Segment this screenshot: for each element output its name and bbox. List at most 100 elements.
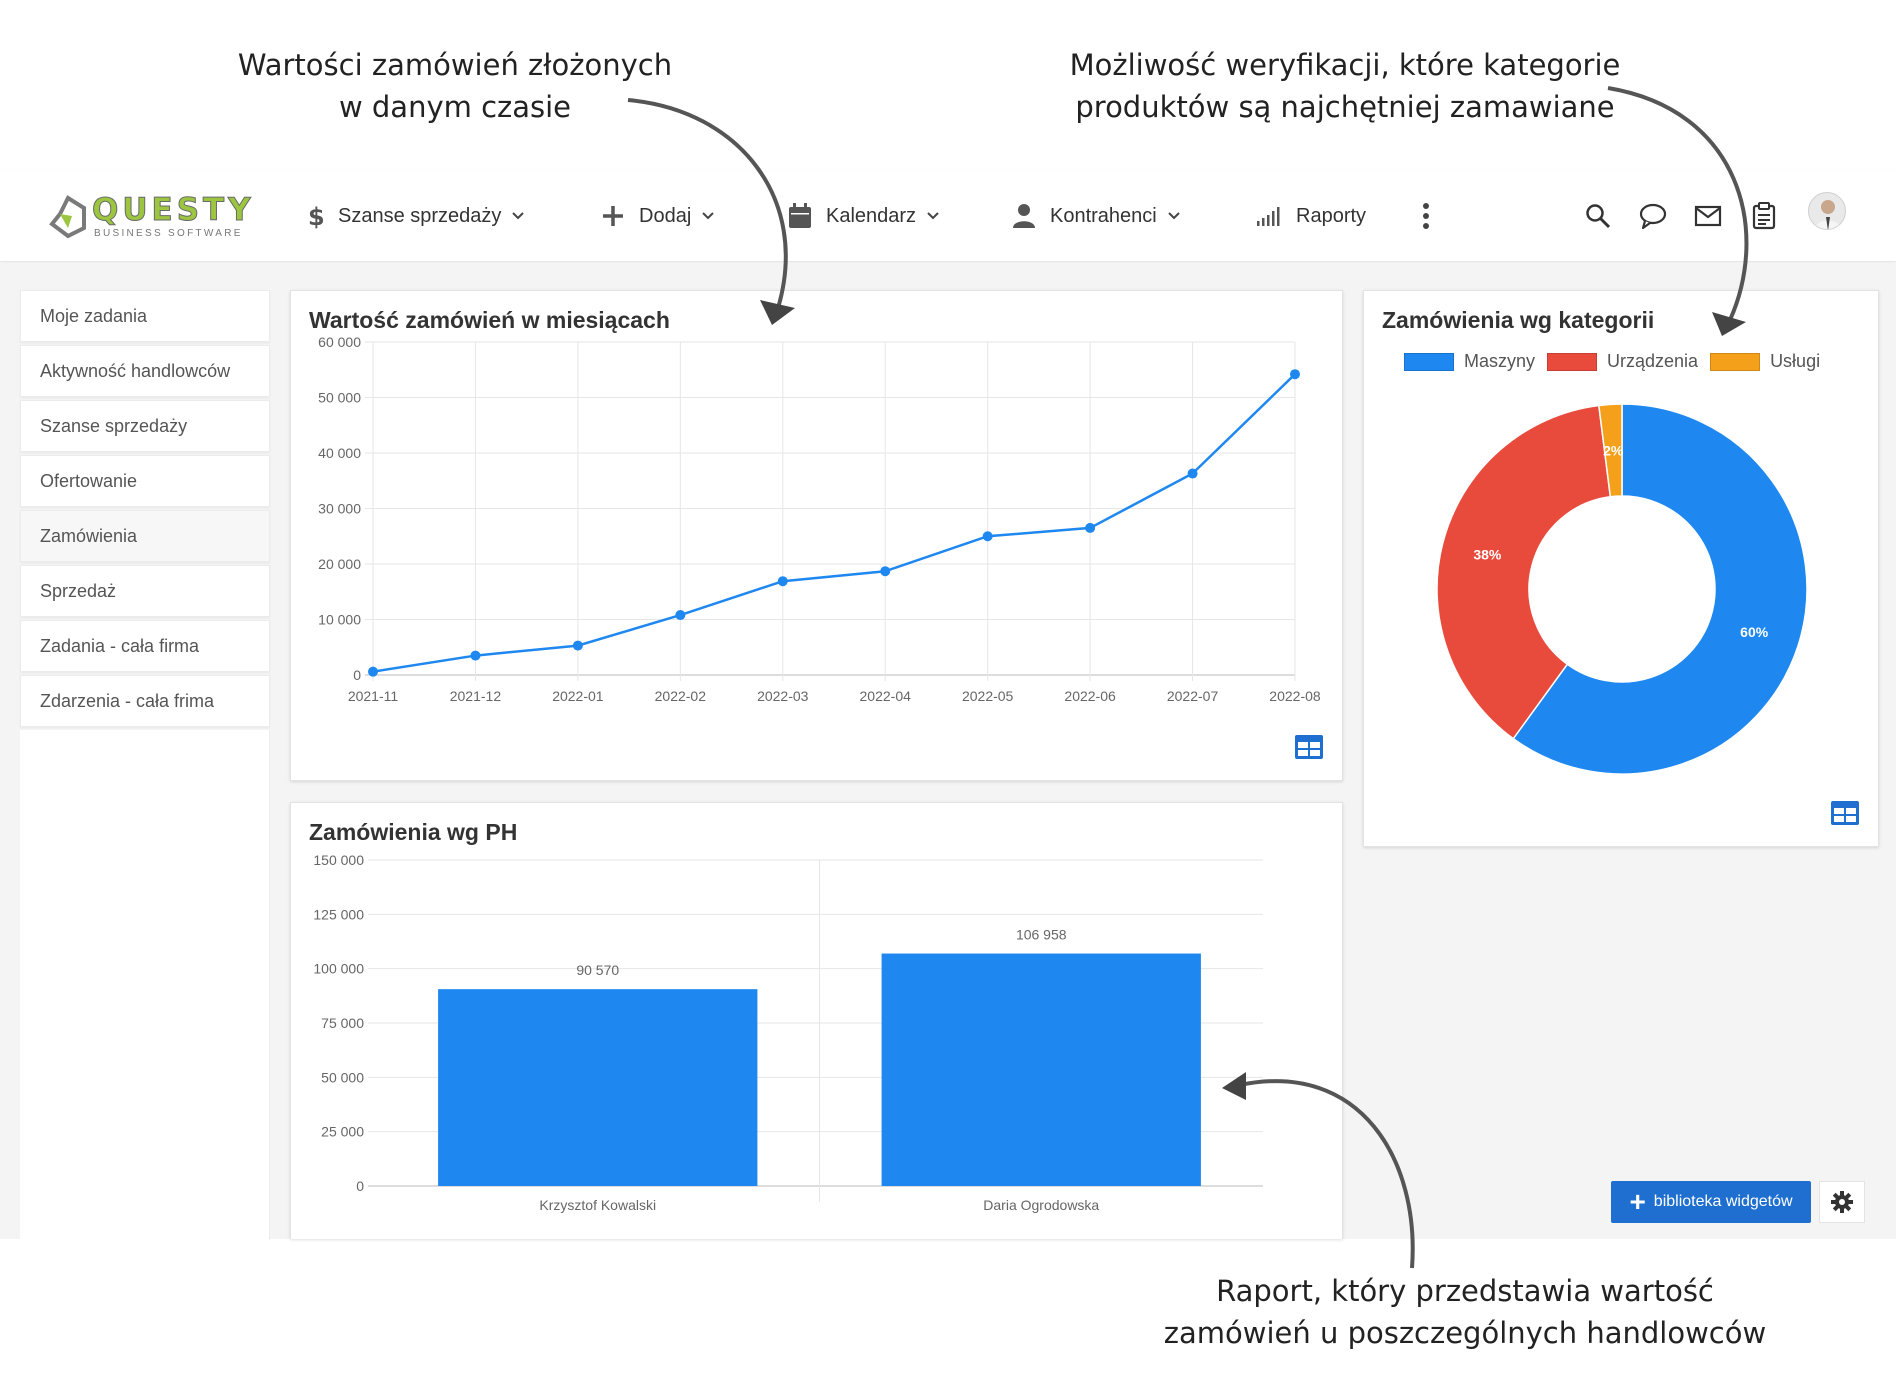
bar	[438, 989, 758, 1186]
line-chart-card: Wartość zamówień w miesiącach 0 10 000 20 …	[290, 290, 1343, 781]
annotation-line: Możliwość weryfikacji, które kategorie	[1069, 48, 1621, 82]
x-tick-label: 2021-11	[348, 688, 399, 704]
table-view-icon[interactable]	[1831, 801, 1859, 825]
chart-legend: Maszyny Urządzenia Usługi	[1404, 351, 1832, 372]
line-chart: 0 10 000 20 000 30 000 40 000 50 000 60 000 202…	[318, 334, 1321, 704]
sidebar-item-ofertowanie[interactable]: Ofertowanie	[20, 455, 270, 507]
logo-wordmark: QUESTY	[92, 192, 255, 229]
top-navbar: QUESTY BUSINESS SOFTWARE $ Szanse sprzed…	[0, 170, 1896, 262]
user-photo-icon	[1814, 200, 1842, 229]
legend-label: Usługi	[1770, 351, 1821, 371]
annotation-line: w danym czasie	[338, 90, 572, 124]
y-tick-label: 20 000	[318, 556, 361, 572]
sidebar-item-sprzedaz[interactable]: Sprzedaż	[20, 565, 270, 617]
donut-chart-card: Zamówienia wg kategorii Maszyny Urządzen…	[1363, 290, 1879, 847]
y-tick-label: 0	[356, 1178, 364, 1194]
settings-gear-button[interactable]	[1819, 1181, 1865, 1223]
sidebar-item-szanse-sprzedazy[interactable]: Szanse sprzedaży	[20, 400, 270, 452]
card-title: Zamówienia wg kategorii	[1382, 307, 1655, 333]
search-icon[interactable]	[1582, 200, 1614, 232]
svg-text:$: $	[308, 203, 324, 230]
donut-chart: 60% 38% 2%	[1436, 403, 1808, 775]
sidebar-item-aktywnosc-handlowcow[interactable]: Aktywność handlowców	[20, 345, 270, 397]
chevron-down-icon	[926, 211, 940, 221]
slice-data-label: 60%	[1740, 624, 1769, 640]
legend-swatch	[1547, 352, 1598, 371]
bar-chart: 0 25 000 50 000 75 000 100 000 125 000 150 000…	[313, 852, 1263, 1213]
sidebar: Moje zadania Aktywność handlowców Szanse…	[20, 290, 270, 730]
sidebar-item-zadania-cala-firma[interactable]: Zadania - cała firma	[20, 620, 270, 672]
y-tick-label: 25 000	[321, 1124, 364, 1140]
series-line	[372, 373, 1296, 673]
gear-icon	[1831, 1191, 1853, 1213]
x-tick-label: 2022-02	[655, 688, 707, 704]
data-point	[368, 666, 378, 677]
annotation-top-left: Wartości zamówień złożonych w danym czas…	[200, 44, 710, 128]
chevron-down-icon	[511, 211, 525, 221]
avatar[interactable]	[1808, 192, 1846, 230]
y-tick-label: 10 000	[318, 612, 361, 628]
nav-label: Dodaj	[639, 204, 692, 227]
nav-label: Raporty	[1296, 204, 1367, 227]
bar-data-label: 106 958	[1016, 927, 1067, 943]
y-tick-label: 100 000	[313, 961, 364, 977]
legend-label: Urządzenia	[1607, 351, 1699, 371]
chat-icon[interactable]	[1637, 200, 1669, 232]
plus-icon: +	[1629, 1186, 1646, 1217]
annotation-bottom-right: Raport, który przedstawia wartość zamówi…	[1160, 1270, 1770, 1354]
x-tick-label: 2022-03	[757, 688, 809, 704]
y-tick-label: 125 000	[313, 906, 364, 922]
annotation-line: produktów są najchętniej zamawiane	[1075, 90, 1615, 124]
person-icon	[1012, 203, 1036, 229]
nav-kalendarz[interactable]: Kalendarz	[788, 198, 940, 234]
sidebar-item-moje-zadania[interactable]: Moje zadania	[20, 290, 270, 342]
annotation-line: zamówień u poszczególnych handlowców	[1163, 1316, 1767, 1350]
clipboard-icon[interactable]	[1748, 200, 1780, 232]
annotation-top-right: Możliwość weryfikacji, które kategorie p…	[1060, 44, 1630, 128]
plus-icon	[601, 204, 625, 228]
questy-logo[interactable]: QUESTY BUSINESS SOFTWARE	[48, 192, 274, 242]
legend-item-maszyny[interactable]: Maszyny	[1404, 351, 1535, 372]
y-tick-label: 75 000	[321, 1015, 364, 1031]
nav-raporty[interactable]: Raporty	[1256, 198, 1366, 234]
data-point	[1085, 522, 1096, 533]
sidebar-fill	[20, 730, 270, 1240]
logo-mark-icon	[49, 195, 86, 239]
bar-chart-card: Zamówienia wg PH 0 25 000 50 000 75 000 100 …	[290, 802, 1343, 1239]
logo-tagline: BUSINESS SOFTWARE	[94, 228, 243, 239]
x-tick-label: 2022-05	[962, 688, 1014, 704]
sidebar-item-zamowienia[interactable]: Zamówienia	[20, 510, 270, 562]
nav-kontrahenci[interactable]: Kontrahenci	[1012, 198, 1181, 234]
signal-bars-icon	[1256, 205, 1282, 227]
bar	[881, 953, 1201, 1186]
y-tick-label: 30 000	[318, 501, 361, 517]
annotation-line: Wartości zamówień złożonych	[237, 48, 673, 82]
data-point	[470, 650, 481, 661]
x-tick-label: 2021-12	[450, 688, 502, 704]
nav-label: Kontrahenci	[1050, 204, 1157, 227]
mail-icon[interactable]	[1692, 200, 1724, 232]
nav-szanse-sprzedazy[interactable]: $ Szanse sprzedaży	[306, 198, 525, 234]
legend-swatch	[1710, 352, 1761, 371]
sidebar-item-zdarzenia-cala-firma[interactable]: Zdarzenia - cała frima	[20, 675, 270, 727]
chevron-down-icon	[1167, 211, 1181, 221]
x-tick-label: 2022-06	[1064, 688, 1116, 704]
chevron-down-icon	[701, 211, 715, 221]
legend-swatch	[1404, 352, 1454, 371]
more-vertical-icon[interactable]	[1410, 200, 1442, 232]
legend-item-uslugi[interactable]: Usługi	[1710, 351, 1820, 372]
slice-data-label: 38%	[1473, 546, 1502, 562]
widget-library-button[interactable]: + biblioteka widgetów	[1611, 1181, 1811, 1223]
nav-label: Szanse sprzedaży	[338, 204, 502, 227]
legend-item-urzadzenia[interactable]: Urządzenia	[1547, 351, 1698, 372]
x-tick-label: 2022-08	[1269, 688, 1321, 704]
table-view-icon[interactable]	[1295, 735, 1323, 759]
nav-dodaj[interactable]: Dodaj	[601, 198, 715, 234]
x-tick-label: 2022-04	[860, 688, 912, 704]
y-tick-label: 50 000	[321, 1069, 364, 1085]
data-point	[982, 531, 993, 542]
x-tick-label: 2022-01	[552, 688, 604, 704]
data-point	[675, 610, 686, 621]
dollar-icon: $	[306, 202, 324, 230]
y-tick-label: 150 000	[313, 852, 364, 868]
